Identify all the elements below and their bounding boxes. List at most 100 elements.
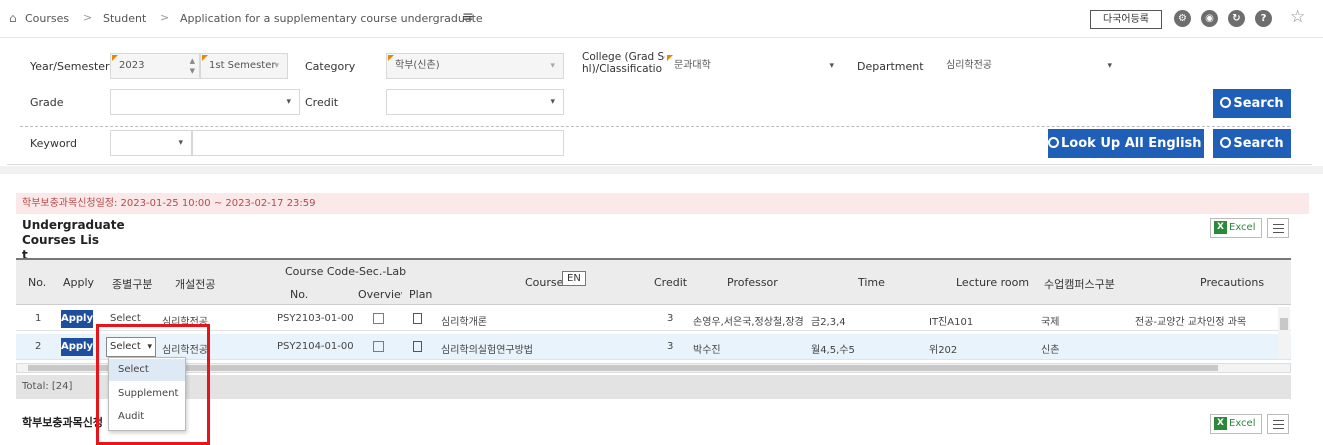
precautions-cell: 전공-교양간 교차인정 과목 — [1135, 317, 1247, 328]
chevron-down-icon: ▾ — [274, 61, 279, 71]
department-value: 심리학전공 — [946, 60, 992, 71]
professor-cell: 손영우,서은국,정상철,장경 — [693, 317, 804, 328]
list-title: Undergraduate Courses Lis t — [22, 218, 125, 262]
plan-icon[interactable] — [413, 341, 422, 352]
college-label: College (Grad Sc hl)/Classificatio — [582, 51, 670, 75]
keyword-label: Keyword — [30, 137, 77, 150]
language-register-button[interactable]: 다국어등록 — [1090, 10, 1162, 29]
excel-download-button-2[interactable]: X Excel — [1210, 414, 1262, 434]
th-type: 종별구분 — [112, 278, 153, 291]
vertical-scrollbar[interactable] — [1278, 307, 1290, 359]
category-value: 학부(신촌) — [395, 60, 440, 71]
th-no: No. — [28, 276, 47, 289]
chevron-down-icon: ▾ — [829, 61, 834, 71]
th-overview: Overview — [358, 288, 402, 301]
divider — [20, 126, 1290, 127]
apply-button[interactable]: Apply — [61, 310, 93, 328]
credit-cell: 3 — [667, 341, 674, 352]
campus-cell: 신촌 — [1041, 345, 1060, 356]
overview-icon[interactable] — [373, 313, 384, 324]
column-menu-button-2[interactable] — [1267, 414, 1289, 434]
th-plan: Plan — [409, 288, 433, 301]
credit-select[interactable]: ▾ — [386, 89, 564, 115]
professor-cell: 박수진 — [693, 345, 721, 356]
apply-button[interactable]: Apply — [61, 338, 93, 356]
row-no: 2 — [35, 341, 42, 352]
en-toggle-button[interactable]: EN — [562, 271, 586, 286]
search-icon — [1220, 97, 1232, 108]
star-icon[interactable]: ☆ — [1290, 7, 1305, 27]
breadcrumb-student[interactable]: Student — [103, 12, 146, 25]
vertical-scroll-thumb[interactable] — [1280, 318, 1288, 330]
campus-cell: 국제 — [1041, 317, 1060, 328]
th-course: Course — [525, 276, 564, 289]
schedule-notice: 학부보충과목신청일정: 2023-01-25 10:00 ~ 2023-02-1… — [16, 193, 1309, 214]
category-label: Category — [305, 60, 356, 73]
chevron-down-icon: ▾ — [286, 97, 291, 107]
chevron-down-icon: ▾ — [178, 138, 183, 148]
grade-label: Grade — [30, 96, 64, 109]
bottom-section-title: 학부보충과목신청 — [22, 416, 103, 429]
th-course-no: No. — [290, 288, 309, 301]
excel-download-button[interactable]: X Excel — [1210, 218, 1262, 238]
year-value: 2023 — [119, 60, 145, 71]
th-time: Time — [858, 276, 885, 289]
semester-value: 1st Semester — [209, 60, 276, 71]
lecture-room-cell: 위202 — [929, 345, 958, 356]
th-lecture-room: Lecture room — [956, 276, 1030, 289]
time-cell: 금2,3,4 — [811, 317, 846, 328]
help-icon[interactable]: ? — [1255, 10, 1272, 27]
highlight-annotation-box — [96, 324, 210, 445]
course-name-cell: 심리학의실험연구방법 — [441, 345, 533, 356]
department-label: Department — [857, 60, 924, 73]
row-no: 1 — [35, 313, 42, 324]
course-code-cell: PSY2103-01-00 — [277, 313, 354, 324]
th-apply: Apply — [63, 276, 95, 289]
credit-label: Credit — [305, 96, 339, 109]
college-select[interactable]: 문과대학 ▾ — [665, 53, 843, 79]
keyword-input[interactable] — [192, 130, 564, 156]
search-button[interactable]: Search — [1213, 89, 1291, 118]
lecture-room-cell: IT진A101 — [929, 317, 974, 328]
keyword-type-select[interactable]: ▾ — [110, 130, 192, 156]
home-icon[interactable]: ⌂ — [9, 11, 17, 25]
excel-icon: X — [1214, 221, 1227, 234]
th-campus: 수업캠퍼스구분 — [1044, 278, 1115, 291]
year-semester-label: Year/Semester — [30, 60, 110, 73]
year-field[interactable]: 2023 ▲ ▼ — [110, 53, 200, 79]
breadcrumb-separator: > — [160, 11, 170, 24]
chevron-down-icon: ▾ — [550, 97, 555, 107]
th-course-code-group: Course Code-Sec.-Lab — [285, 265, 407, 278]
refresh-icon[interactable]: ↻ — [1228, 10, 1245, 27]
th-major: 개설전공 — [175, 278, 216, 291]
type-select[interactable]: Select — [110, 313, 141, 324]
category-select[interactable]: 학부(신촌) ▾ — [386, 53, 564, 79]
chevron-down-icon: ▾ — [550, 61, 555, 71]
plan-icon[interactable] — [413, 313, 422, 324]
column-menu-button[interactable] — [1267, 218, 1289, 238]
th-precautions: Precautions — [1200, 276, 1265, 289]
overview-icon[interactable] — [373, 341, 384, 352]
grade-select[interactable]: ▾ — [110, 89, 300, 115]
credit-cell: 3 — [667, 313, 674, 324]
breadcrumb-courses[interactable]: Courses — [25, 12, 69, 25]
settings-icon[interactable]: ⚙ — [1174, 10, 1191, 27]
section-gap — [0, 166, 1323, 174]
year-spinner-icon[interactable]: ▲ ▼ — [190, 56, 195, 76]
hamburger-menu-icon[interactable]: ≡ — [462, 9, 474, 25]
search-button-2[interactable]: Search — [1213, 129, 1291, 158]
th-credit: Credit — [654, 276, 688, 289]
breadcrumb-separator: > — [83, 11, 93, 24]
department-select[interactable]: 심리학전공 ▾ — [937, 53, 1121, 79]
semester-select[interactable]: 1st Semester ▾ — [200, 53, 288, 79]
time-cell: 월4,5,수5 — [811, 345, 855, 356]
excel-icon: X — [1214, 417, 1227, 430]
search-icon — [1220, 137, 1232, 148]
course-name-cell: 심리학개론 — [441, 317, 487, 328]
globe-icon[interactable]: ◉ — [1201, 10, 1218, 27]
chevron-down-icon: ▾ — [1107, 61, 1112, 71]
look-up-all-english-button[interactable]: Look Up All English C — [1048, 129, 1204, 158]
th-professor: Professor — [727, 276, 778, 289]
search-icon — [1048, 137, 1059, 148]
breadcrumb-current: Application for a supplementary course u… — [180, 12, 483, 25]
